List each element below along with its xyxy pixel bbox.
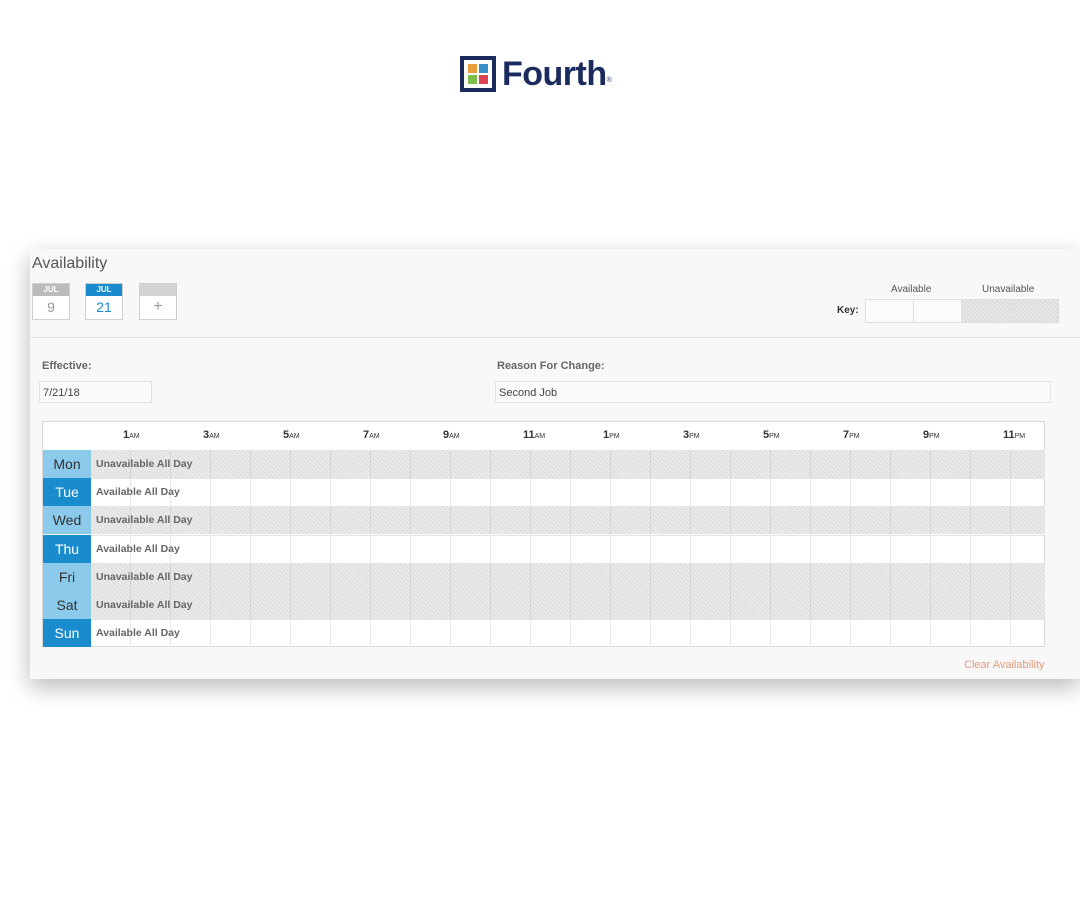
hour-number: 11 [1003, 429, 1015, 441]
hour-label: 9AM [443, 429, 460, 441]
day-label[interactable]: Sat [43, 591, 91, 619]
day-timeline[interactable] [91, 534, 1045, 563]
brand-trademark: ® [606, 77, 612, 84]
hour-suffix: PM [849, 433, 860, 440]
reason-label: Reason For Change: [497, 360, 605, 372]
date-tile-jul-21[interactable]: JUL 21 [85, 283, 123, 320]
hours-header: 1AM 3AM 5AM 7AM 9AM 11AM 1PM 3PM 5PM 7PM 9PM 11PM [91, 422, 1045, 450]
clear-availability-link[interactable]: Clear Availability [964, 659, 1045, 671]
day-label[interactable]: Sun [43, 619, 91, 648]
hour-label: 9PM [923, 429, 940, 441]
brand-name: Fourth [502, 54, 607, 93]
fourth-logo: Fourth ® [460, 54, 612, 94]
hour-suffix: AM [369, 433, 380, 440]
effective-date-field[interactable]: 7/21/18 [39, 381, 152, 403]
day-row-sun[interactable]: Sun Available All Day [43, 619, 1045, 648]
hour-suffix: AM [129, 433, 140, 440]
hour-suffix: AM [534, 433, 546, 440]
hour-label: 5AM [283, 429, 300, 441]
day-status: Unavailable All Day [96, 570, 193, 583]
hour-label: 7AM [363, 429, 380, 441]
hour-number: 11 [523, 429, 535, 441]
add-tile-header [140, 284, 176, 296]
hour-label: 7PM [843, 429, 860, 441]
key-unavailable-swatch [1010, 300, 1058, 322]
hour-label: 5PM [763, 429, 780, 441]
hour-suffix: PM [1014, 433, 1026, 440]
day-row-fri[interactable]: Fri Unavailable All Day [43, 562, 1045, 591]
day-status: Unavailable All Day [96, 514, 193, 527]
hour-suffix: PM [609, 433, 620, 440]
hour-suffix: PM [929, 433, 940, 440]
day-timeline[interactable] [91, 619, 1045, 648]
day-status: Available All Day [96, 486, 180, 499]
hour-suffix: AM [209, 433, 220, 440]
date-tile-jul-9[interactable]: JUL 9 [32, 283, 70, 320]
plus-icon: + [153, 298, 163, 315]
key-available-label: Available [891, 284, 932, 295]
day-row-wed[interactable]: Wed Unavailable All Day [43, 506, 1045, 535]
hour-suffix: AM [289, 433, 300, 440]
hour-suffix: PM [689, 433, 700, 440]
day-timeline[interactable] [91, 591, 1045, 619]
availability-grid: 1AM 3AM 5AM 7AM 9AM 11AM 1PM 3PM 5PM 7PM 9PM 11PM M… [42, 421, 1045, 648]
hour-label: 1PM [603, 429, 620, 441]
day-row-thu[interactable]: Thu Available All Day [43, 534, 1045, 563]
date-month: JUL [86, 284, 122, 296]
day-row-tue[interactable]: Tue Available All Day [43, 478, 1045, 507]
hour-label: 1AM [123, 429, 140, 441]
day-status: Unavailable All Day [96, 458, 193, 470]
day-row-mon[interactable]: Mon Unavailable All Day [43, 450, 1045, 478]
key-available-swatch [914, 300, 962, 322]
hour-suffix: PM [769, 433, 780, 440]
key-unavailable-label: Unavailable [982, 284, 1035, 295]
day-label[interactable]: Thu [43, 534, 91, 563]
day-status: Unavailable All Day [96, 599, 193, 611]
day-timeline[interactable] [91, 506, 1045, 535]
hour-label: 11PM [1003, 429, 1025, 441]
hour-suffix: AM [449, 433, 460, 440]
hour-label: 3PM [683, 429, 700, 441]
add-date-button[interactable]: + [139, 283, 177, 320]
day-timeline[interactable] [91, 450, 1045, 478]
day-label[interactable]: Mon [43, 450, 91, 478]
date-month: JUL [33, 284, 69, 296]
fourth-logo-icon [460, 56, 496, 92]
day-label[interactable]: Wed [43, 506, 91, 535]
day-label[interactable]: Tue [43, 478, 91, 507]
day-status: Available All Day [96, 542, 180, 555]
reason-field[interactable]: Second Job [495, 381, 1051, 403]
key-unavailable-swatch [962, 300, 1010, 322]
day-label[interactable]: Fri [43, 562, 91, 591]
key-available-swatch [866, 300, 914, 322]
page-title: Availability [32, 255, 108, 272]
day-status: Available All Day [96, 627, 180, 640]
date-day: 21 [96, 299, 112, 315]
availability-key [865, 299, 1059, 323]
day-row-sat[interactable]: Sat Unavailable All Day [43, 591, 1045, 619]
date-day: 9 [47, 299, 55, 315]
hour-label: 11AM [523, 429, 545, 441]
availability-card: Availability JUL 9 JUL 21 + Available Un… [30, 249, 1080, 679]
day-timeline[interactable] [91, 478, 1045, 507]
day-timeline[interactable] [91, 562, 1045, 591]
key-label: Key: [837, 305, 859, 316]
hour-label: 3AM [203, 429, 220, 441]
effective-label: Effective: [42, 360, 92, 372]
divider [30, 337, 1080, 338]
